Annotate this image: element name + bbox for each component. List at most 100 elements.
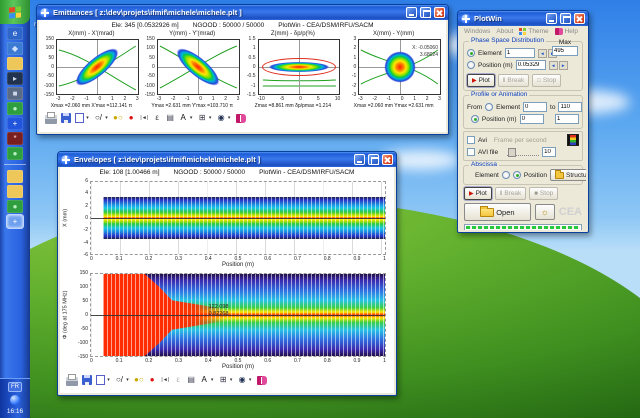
- plot-canvas[interactable]: [90, 181, 386, 255]
- menu-windows[interactable]: Windows: [464, 28, 490, 35]
- close-button[interactable]: [382, 154, 393, 165]
- text-icon[interactable]: A: [200, 375, 209, 386]
- position-from-field[interactable]: [519, 114, 544, 124]
- plot-canvas[interactable]: 122.098 0.82268: [90, 273, 386, 357]
- menu-about[interactable]: About: [496, 28, 513, 35]
- marker-style-caret[interactable]: ▾: [125, 377, 130, 383]
- layout-caret[interactable]: ▾: [208, 115, 213, 121]
- fps-slider[interactable]: [507, 148, 540, 157]
- plot-canvas[interactable]: [257, 39, 341, 95]
- maximize-button[interactable]: [420, 7, 431, 18]
- menu-theme[interactable]: Theme: [519, 28, 549, 35]
- eye-caret[interactable]: ▾: [248, 377, 253, 383]
- position-radio[interactable]: [467, 61, 475, 69]
- element-radio[interactable]: [467, 49, 475, 57]
- print-icon[interactable]: [45, 111, 57, 124]
- point-color-icon[interactable]: ●○: [113, 113, 123, 124]
- abscissa-position-radio[interactable]: [512, 171, 521, 179]
- copy-icon[interactable]: [73, 113, 84, 128]
- minimize-button[interactable]: [546, 13, 557, 24]
- save-icon[interactable]: [61, 113, 71, 123]
- quicklaunch-media-app[interactable]: ▸: [7, 72, 23, 85]
- range-icon[interactable]: |◄|: [161, 375, 170, 386]
- print-icon[interactable]: [66, 373, 78, 386]
- record-icon[interactable]: ●: [148, 375, 157, 386]
- fps-field[interactable]: [542, 147, 557, 157]
- spin-right-icon[interactable]: ►: [558, 60, 568, 70]
- stop-button[interactable]: □ Stop: [532, 74, 562, 87]
- marker-style-caret[interactable]: ▾: [104, 115, 109, 121]
- grid-icon[interactable]: ▤: [187, 375, 196, 386]
- record-icon[interactable]: ●: [127, 113, 136, 124]
- point-color-icon[interactable]: ●○: [134, 375, 144, 386]
- abscissa-element-radio[interactable]: [501, 171, 510, 179]
- eye-icon[interactable]: ◉: [217, 113, 226, 124]
- element-field[interactable]: [504, 48, 535, 58]
- close-button[interactable]: [574, 13, 585, 24]
- position-field[interactable]: [515, 60, 546, 70]
- text-icon[interactable]: A: [179, 113, 188, 124]
- marker-style-icon[interactable]: ○/: [115, 375, 124, 386]
- tray-icon[interactable]: [10, 395, 20, 405]
- quicklaunch-internet-explorer[interactable]: e: [7, 27, 23, 40]
- copy-dropdown-caret[interactable]: ▾: [106, 377, 111, 383]
- text-caret[interactable]: ▾: [210, 377, 215, 383]
- spin-left-icon[interactable]: ◄: [537, 48, 547, 58]
- start-button[interactable]: [0, 0, 30, 24]
- task-green-app-window[interactable]: ●: [7, 200, 23, 213]
- profile-element-radio[interactable]: [485, 103, 494, 111]
- language-indicator[interactable]: FR: [8, 382, 22, 392]
- plotwin-titlebar[interactable]: PlotWin: [458, 11, 588, 26]
- profile-position-radio[interactable]: [470, 115, 479, 123]
- plot-button[interactable]: ▶ Plot: [467, 74, 495, 87]
- marker-style-icon[interactable]: ○/: [94, 113, 103, 124]
- structure-button[interactable]: Structure: [549, 169, 586, 181]
- quicklaunch-folder[interactable]: [7, 57, 23, 70]
- quicklaunch-display-app[interactable]: ■: [7, 87, 23, 100]
- close-button[interactable]: [434, 7, 445, 18]
- element-from-field[interactable]: [523, 102, 548, 112]
- emittance-epsilon-icon[interactable]: ε: [174, 375, 183, 386]
- task-folder-window-1[interactable]: [7, 170, 23, 183]
- quicklaunch-red-app[interactable]: *: [7, 132, 23, 145]
- save-icon[interactable]: [82, 375, 92, 385]
- maximize-button[interactable]: [560, 13, 571, 24]
- minimize-button[interactable]: [406, 7, 417, 18]
- position-spinner[interactable]: ◄ ►: [548, 60, 568, 70]
- layout-icon[interactable]: ⊞: [219, 375, 228, 386]
- avi-checkbox[interactable]: [467, 136, 475, 144]
- spin-left-icon[interactable]: ◄: [548, 60, 558, 70]
- plot-canvas[interactable]: [156, 39, 240, 95]
- plot-canvas[interactable]: [56, 39, 139, 95]
- emittances-titlebar[interactable]: Emittances [ z:\dev\projets\ifmif\michel…: [37, 5, 448, 20]
- eye-caret[interactable]: ▾: [227, 115, 232, 121]
- layout-icon[interactable]: ⊞: [198, 113, 207, 124]
- position-to-field[interactable]: [555, 114, 579, 124]
- settings-button[interactable]: ☼: [534, 204, 555, 220]
- minimize-button[interactable]: [354, 154, 365, 165]
- quicklaunch-green-orb-2[interactable]: ●: [7, 147, 23, 160]
- abscissa-plot-button[interactable]: ▶ Plot: [464, 187, 492, 200]
- envelopes-titlebar[interactable]: Envelopes [ z:\dev\projets\ifmif\michele…: [58, 152, 396, 167]
- quicklaunch-app-blue[interactable]: ◆: [7, 42, 23, 55]
- task-folder-window-2[interactable]: [7, 185, 23, 198]
- layout-caret[interactable]: ▾: [229, 377, 234, 383]
- copy-icon[interactable]: [94, 375, 105, 390]
- copy-dropdown-caret[interactable]: ▾: [85, 115, 90, 121]
- avi-file-checkbox[interactable]: [467, 148, 475, 156]
- quicklaunch-green-orb[interactable]: ●: [7, 102, 23, 115]
- help-book-icon[interactable]: [235, 113, 246, 123]
- eye-icon[interactable]: ◉: [238, 375, 247, 386]
- grid-icon[interactable]: ▤: [166, 113, 175, 124]
- help-book-icon[interactable]: [256, 375, 267, 385]
- emittance-epsilon-icon[interactable]: ε: [153, 113, 162, 124]
- plot-canvas[interactable]: X: -0.05060 3.68024: [358, 39, 441, 95]
- max-field[interactable]: [552, 46, 578, 56]
- abscissa-break-button[interactable]: ‖ Break: [494, 187, 527, 200]
- break-button[interactable]: ‖ Break: [497, 74, 530, 87]
- text-caret[interactable]: ▾: [189, 115, 194, 121]
- range-icon[interactable]: |◄|: [140, 113, 149, 124]
- quicklaunch-plotwin[interactable]: +: [7, 117, 23, 130]
- task-plotwin-window[interactable]: +: [6, 214, 24, 229]
- element-to-field[interactable]: [558, 102, 583, 112]
